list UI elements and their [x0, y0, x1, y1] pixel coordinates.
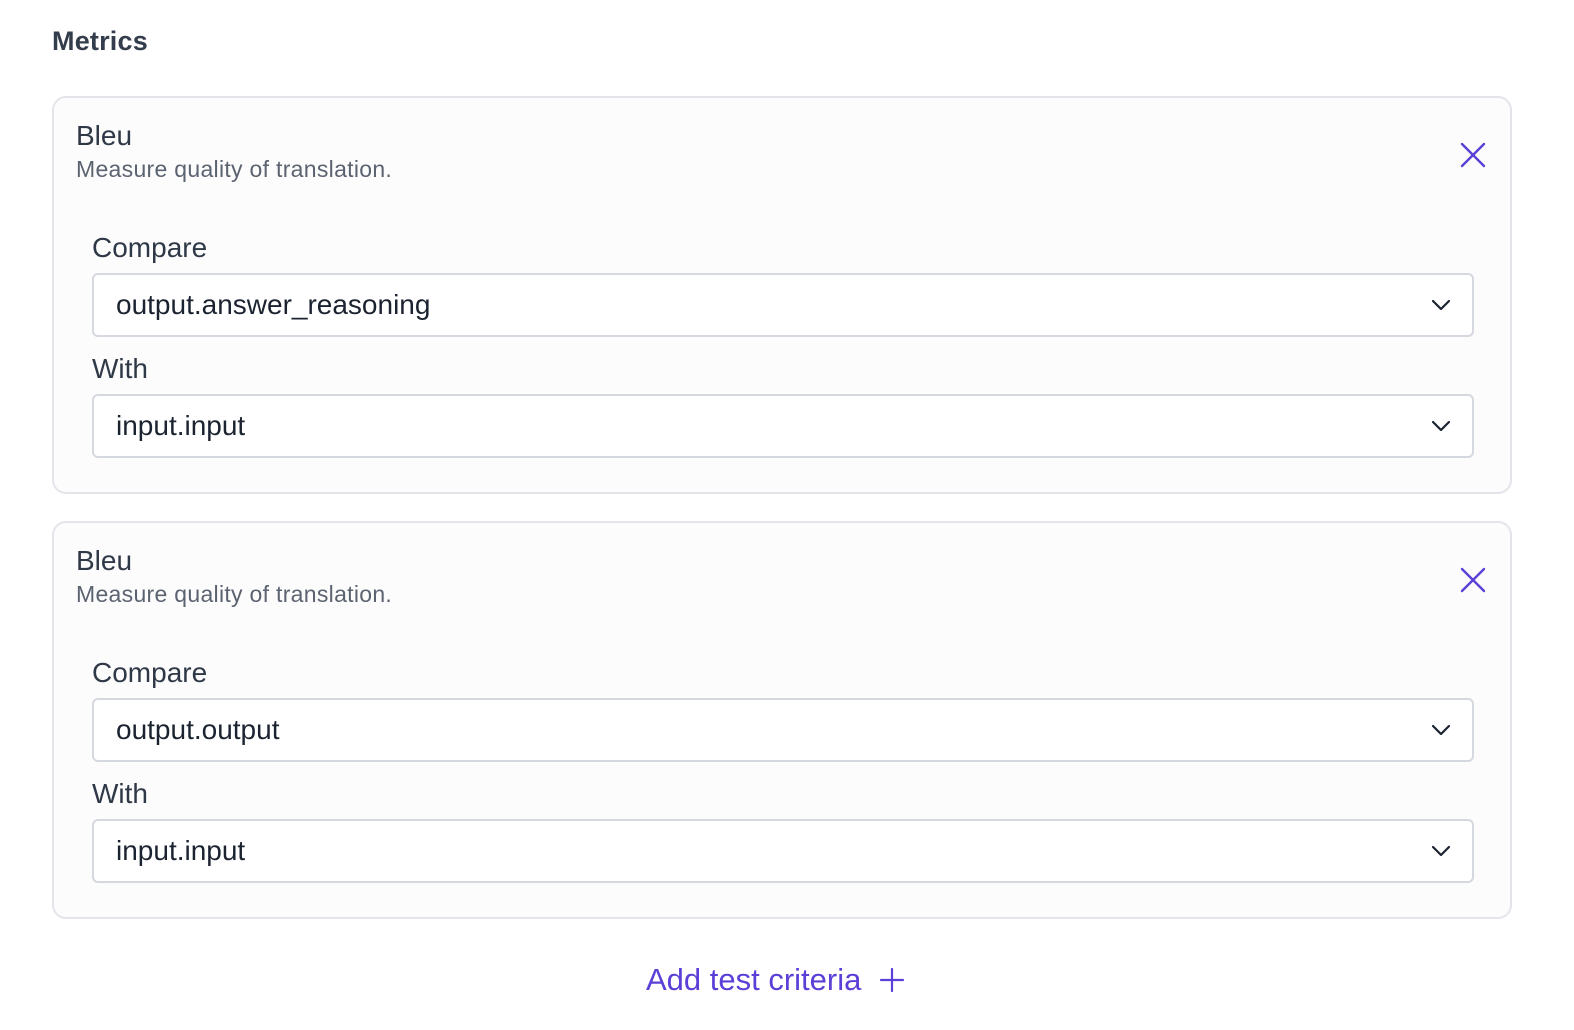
- metric-description: Measure quality of translation.: [76, 581, 393, 607]
- chevron-down-icon: [1430, 722, 1452, 738]
- with-select[interactable]: input.input: [92, 394, 1474, 458]
- remove-metric-button[interactable]: [1456, 138, 1490, 172]
- plus-icon: [879, 967, 905, 993]
- chevron-down-icon: [1430, 297, 1452, 313]
- add-test-criteria-button[interactable]: Add test criteria: [646, 958, 905, 1002]
- section-title: Metrics: [52, 26, 148, 56]
- with-select-value: input.input: [116, 410, 246, 441]
- compare-select-value: output.output: [116, 714, 280, 745]
- metric-description: Measure quality of translation.: [76, 156, 393, 182]
- chevron-down-icon: [1430, 843, 1452, 859]
- remove-metric-button[interactable]: [1456, 563, 1490, 597]
- metric-name: Bleu: [76, 120, 133, 151]
- metric-card: Bleu Measure quality of translation. Com…: [52, 521, 1512, 919]
- close-icon: [1460, 142, 1486, 168]
- close-icon: [1460, 567, 1486, 593]
- with-label: With: [92, 353, 148, 384]
- compare-label: Compare: [92, 232, 208, 263]
- compare-label: Compare: [92, 657, 208, 688]
- metrics-page: Metrics Bleu Measure quality of translat…: [0, 0, 1574, 1030]
- add-test-criteria-label: Add test criteria: [646, 962, 862, 997]
- with-label: With: [92, 778, 148, 809]
- chevron-down-icon: [1430, 418, 1452, 434]
- compare-select[interactable]: output.answer_reasoning: [92, 273, 1474, 337]
- metric-name: Bleu: [76, 545, 133, 576]
- metric-card: Bleu Measure quality of translation. Com…: [52, 96, 1512, 494]
- compare-select-value: output.answer_reasoning: [116, 289, 431, 320]
- compare-select[interactable]: output.output: [92, 698, 1474, 762]
- with-select-value: input.input: [116, 835, 246, 866]
- with-select[interactable]: input.input: [92, 819, 1474, 883]
